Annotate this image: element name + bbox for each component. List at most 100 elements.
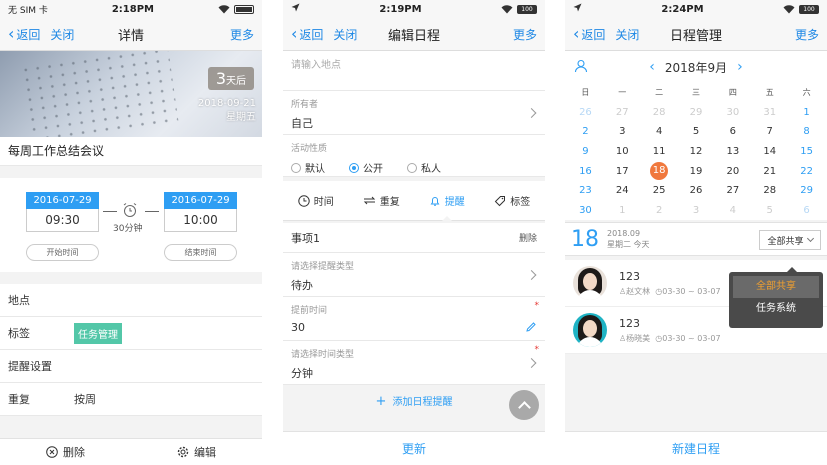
calendar-day[interactable]: 23 [567, 185, 604, 196]
calendar-day[interactable]: 26 [678, 185, 715, 196]
edit-button[interactable]: 编辑 [131, 444, 262, 460]
reminder-type-field[interactable]: 请选择提醒类型 待办 [283, 253, 545, 297]
calendar-day-number: 21 [763, 165, 777, 177]
tag-icon [495, 195, 506, 206]
calendar-day[interactable]: 25 [641, 185, 678, 196]
calendar-day[interactable]: 28 [751, 185, 788, 196]
close-button[interactable]: 关闭 [333, 26, 357, 43]
calendar-day[interactable]: 22 [788, 166, 825, 177]
more-button[interactable]: 更多 [795, 26, 819, 43]
calendar-day[interactable]: 17 [604, 166, 641, 177]
calendar-day[interactable]: 1 [788, 107, 825, 118]
wifi-icon [218, 4, 230, 14]
close-button[interactable]: 关闭 [615, 26, 639, 43]
start-time-box[interactable]: 2016-07-29 09:30 [26, 192, 99, 232]
calendar-day[interactable]: 29 [678, 107, 715, 118]
calendar-day-number: 15 [800, 146, 813, 158]
field-value: 分钟 [291, 367, 313, 380]
prev-month-button[interactable]: ‹ [649, 59, 655, 75]
update-button[interactable]: 更新 [283, 431, 545, 465]
location-input[interactable]: 请输入地点 [283, 51, 545, 91]
row-location[interactable]: 地点 [0, 284, 262, 317]
row-tag[interactable]: 标签 任务管理 [0, 317, 262, 350]
calendar-day[interactable]: 1 [604, 205, 641, 216]
calendar-day[interactable]: 2 [567, 126, 604, 137]
calendar-day[interactable]: 11 [641, 146, 678, 157]
delete-label: 删除 [63, 446, 85, 459]
calendar-day[interactable]: 13 [714, 146, 751, 157]
calendar-day[interactable]: 27 [604, 107, 641, 118]
tab-repeat[interactable]: 重复 [349, 181, 415, 220]
tab-time[interactable]: 时间 [283, 181, 349, 220]
calendar-day[interactable]: 15 [788, 146, 825, 157]
add-reminder-button[interactable]: + 添加日程提醒 [283, 385, 545, 409]
end-time-pill[interactable]: 结束时间 [164, 244, 237, 261]
calendar-day[interactable]: 14 [751, 146, 788, 157]
calendar-day[interactable]: 28 [641, 107, 678, 118]
calendar-day[interactable]: 6 [714, 126, 751, 137]
radio-public[interactable]: 公开 [349, 160, 383, 175]
tab-tag[interactable]: 标签 [480, 181, 546, 220]
share-filter-select[interactable]: 全部共享 [759, 230, 821, 251]
location-arrow-icon [291, 3, 300, 15]
calendar-day[interactable]: 5 [678, 126, 715, 137]
calendar-day[interactable]: 18 [641, 162, 678, 181]
item-delete-button[interactable]: 删除 [519, 231, 537, 244]
calendar-day[interactable]: 27 [714, 185, 751, 196]
calendar-day[interactable]: 30 [714, 107, 751, 118]
event-person: 杨晓美 [626, 333, 651, 343]
advance-time-field[interactable]: * 提前时间 30 [283, 297, 545, 341]
calendar-week-row: 16 17 18 19 20 21 22 [567, 161, 825, 181]
calendar-day[interactable]: 7 [751, 126, 788, 137]
plus-icon: + [375, 394, 387, 409]
calendar-day[interactable]: 9 [567, 146, 604, 157]
person-icon[interactable] [574, 59, 588, 76]
calendar-day[interactable]: 20 [714, 166, 751, 177]
calendar-day[interactable]: 3 [678, 205, 715, 216]
back-button[interactable]: ‹ 返回 [291, 26, 323, 43]
dropdown-item-task-system[interactable]: 任务系统 [733, 298, 819, 320]
calendar-day[interactable]: 26 [567, 107, 604, 118]
radio-private[interactable]: 私人 [407, 160, 441, 175]
back-button[interactable]: ‹ 返回 [573, 26, 605, 43]
row-repeat[interactable]: 重复 按周 [0, 383, 262, 416]
chevron-up-icon [517, 400, 531, 414]
calendar-day[interactable]: 2 [641, 205, 678, 216]
radio-icon [407, 162, 417, 173]
back-button[interactable]: ‹ 返回 [8, 26, 40, 43]
more-button[interactable]: 更多 [513, 26, 537, 43]
calendar-day[interactable]: 3 [604, 126, 641, 137]
close-button[interactable]: 关闭 [50, 26, 74, 43]
start-date: 2016-07-29 [26, 192, 99, 209]
pencil-icon[interactable] [525, 321, 537, 333]
owner-field[interactable]: 所有者 自己 [283, 91, 545, 135]
time-type-field[interactable]: * 请选择时间类型 分钟 [283, 341, 545, 385]
calendar-day[interactable]: 30 [567, 205, 604, 216]
tab-bar: 时间 重复 提醒 标签 [283, 181, 545, 221]
row-reminder[interactable]: 提醒设置 [0, 350, 262, 383]
calendar-day[interactable]: 24 [604, 185, 641, 196]
start-time-pill[interactable]: 开始时间 [26, 244, 99, 261]
calendar-day[interactable]: 10 [604, 146, 641, 157]
calendar-day[interactable]: 12 [678, 146, 715, 157]
end-time-box[interactable]: 2016-07-29 10:00 [164, 192, 237, 232]
calendar-day[interactable]: 4 [641, 126, 678, 137]
scroll-top-button[interactable] [509, 390, 539, 420]
calendar-day[interactable]: 21 [751, 166, 788, 177]
radio-default[interactable]: 默认 [291, 160, 325, 175]
delete-button[interactable]: 删除 [0, 444, 131, 460]
start-clock: 09:30 [26, 209, 99, 232]
calendar-day[interactable]: 6 [788, 205, 825, 216]
tab-reminder[interactable]: 提醒 [414, 181, 480, 221]
more-button[interactable]: 更多 [230, 26, 254, 43]
calendar-day[interactable]: 8 [788, 126, 825, 137]
calendar-day[interactable]: 5 [751, 205, 788, 216]
calendar-day[interactable]: 31 [751, 107, 788, 118]
new-schedule-button[interactable]: 新建日程 [565, 431, 827, 465]
next-month-button[interactable]: › [737, 59, 743, 75]
calendar-day[interactable]: 16 [567, 166, 604, 177]
calendar-day[interactable]: 29 [788, 185, 825, 196]
calendar-day[interactable]: 19 [678, 166, 715, 177]
calendar-day[interactable]: 4 [714, 205, 751, 216]
dropdown-item-all-shared[interactable]: 全部共享 [733, 276, 819, 298]
